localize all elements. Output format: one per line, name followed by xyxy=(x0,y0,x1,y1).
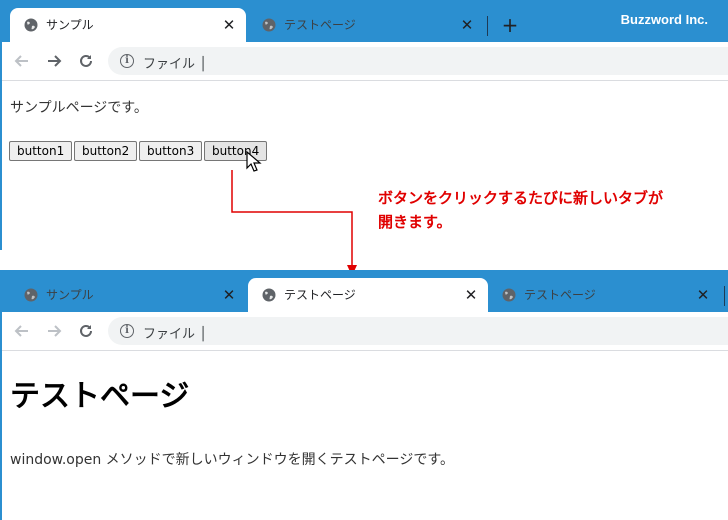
tab-test-page-2[interactable]: テストページ ✕ xyxy=(488,278,720,312)
tab-strip: サンプル ✕ テストページ ✕ テストページ ✕ xyxy=(0,270,728,312)
browser-window-test-page: サンプル ✕ テストページ ✕ テストページ ✕ i ファイル │ テストページ… xyxy=(0,270,728,520)
globe-icon xyxy=(24,288,38,302)
annotation-line-1: ボタンをクリックするたびに新しいタブが xyxy=(378,189,664,207)
page-text: window.open メソッドで新しいウィンドウを開くテストページです。 xyxy=(10,452,454,468)
forward-arrow-icon[interactable] xyxy=(42,319,66,343)
close-tab-icon[interactable]: ✕ xyxy=(220,286,238,304)
tab-title: テストページ xyxy=(284,288,356,302)
address-bar[interactable]: i ファイル │ xyxy=(108,317,728,345)
page-heading: テストページ xyxy=(10,379,190,414)
address-text: ファイル │ xyxy=(143,327,207,342)
annotation-line-2: 開きます。 xyxy=(378,213,452,231)
globe-icon xyxy=(502,288,516,302)
tab-separator xyxy=(724,286,725,306)
tab-test-page-active[interactable]: テストページ ✕ xyxy=(248,278,488,312)
tab-sample[interactable]: サンプル ✕ xyxy=(10,278,246,312)
annotation-text: ボタンをクリックするたびに新しいタブが 開きます。 xyxy=(378,186,663,234)
reload-icon[interactable] xyxy=(74,319,98,343)
tab-title: サンプル xyxy=(46,288,94,302)
close-tab-icon[interactable]: ✕ xyxy=(694,286,712,304)
globe-icon xyxy=(262,288,276,302)
info-icon[interactable]: i xyxy=(120,324,134,338)
tab-title: テストページ xyxy=(524,288,596,302)
window-edge xyxy=(0,312,2,520)
back-arrow-icon[interactable] xyxy=(10,319,34,343)
browser-toolbar: i ファイル │ xyxy=(0,312,728,351)
close-tab-icon[interactable]: ✕ xyxy=(462,286,480,304)
